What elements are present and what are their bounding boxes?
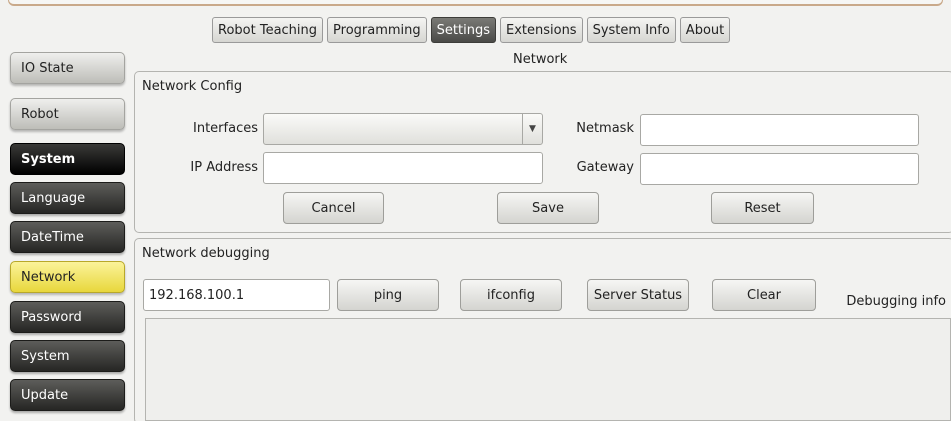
ip-address-field[interactable] (263, 152, 543, 184)
save-button[interactable]: Save (497, 192, 599, 224)
sidebar-item-system[interactable]: System (10, 143, 125, 175)
sidebar-item-network[interactable]: Network (10, 261, 125, 293)
sidebar-item-update[interactable]: Update (10, 379, 125, 411)
sidebar-item-password[interactable]: Password (10, 301, 125, 333)
netmask-field[interactable] (640, 114, 919, 146)
debugging-info-label: Debugging info (846, 294, 946, 309)
gateway-field[interactable] (640, 153, 919, 185)
tab-about[interactable]: About (679, 17, 731, 43)
network-config-title: Network Config (142, 79, 243, 94)
top-tab-bar: Robot Teaching Programming Settings Exte… (212, 17, 731, 43)
interfaces-select[interactable]: ▼ (263, 113, 543, 145)
sidebar-item-system-sub[interactable]: System (10, 340, 125, 372)
sidebar-item-robot[interactable]: Robot (10, 98, 125, 130)
gateway-label: Gateway (576, 160, 634, 175)
chevron-down-icon[interactable]: ▼ (522, 114, 542, 144)
ifconfig-button[interactable]: ifconfig (460, 279, 562, 311)
tab-extensions[interactable]: Extensions (499, 17, 583, 43)
clear-button[interactable]: Clear (712, 279, 816, 311)
tab-programming[interactable]: Programming (327, 17, 427, 43)
interfaces-label: Interfaces (193, 121, 258, 136)
ip-address-label: IP Address (190, 160, 258, 175)
netmask-label: Netmask (576, 121, 634, 136)
window-frame-edge (8, 0, 943, 6)
sidebar-item-language[interactable]: Language (10, 182, 125, 214)
reset-button[interactable]: Reset (711, 192, 814, 224)
host-input[interactable] (143, 279, 330, 311)
page-title: Network (513, 52, 568, 67)
tab-system-info[interactable]: System Info (586, 17, 676, 43)
cancel-button[interactable]: Cancel (283, 192, 384, 224)
debugging-output-area[interactable] (145, 318, 951, 421)
server-status-button[interactable]: Server Status (587, 279, 689, 311)
network-debugging-title: Network debugging (142, 246, 270, 261)
sidebar-item-datetime[interactable]: DateTime (10, 221, 125, 253)
tab-robot-teaching[interactable]: Robot Teaching (212, 17, 324, 43)
ping-button[interactable]: ping (337, 279, 439, 311)
sidebar-item-io-state[interactable]: IO State (10, 52, 125, 84)
tab-settings[interactable]: Settings (430, 17, 496, 43)
